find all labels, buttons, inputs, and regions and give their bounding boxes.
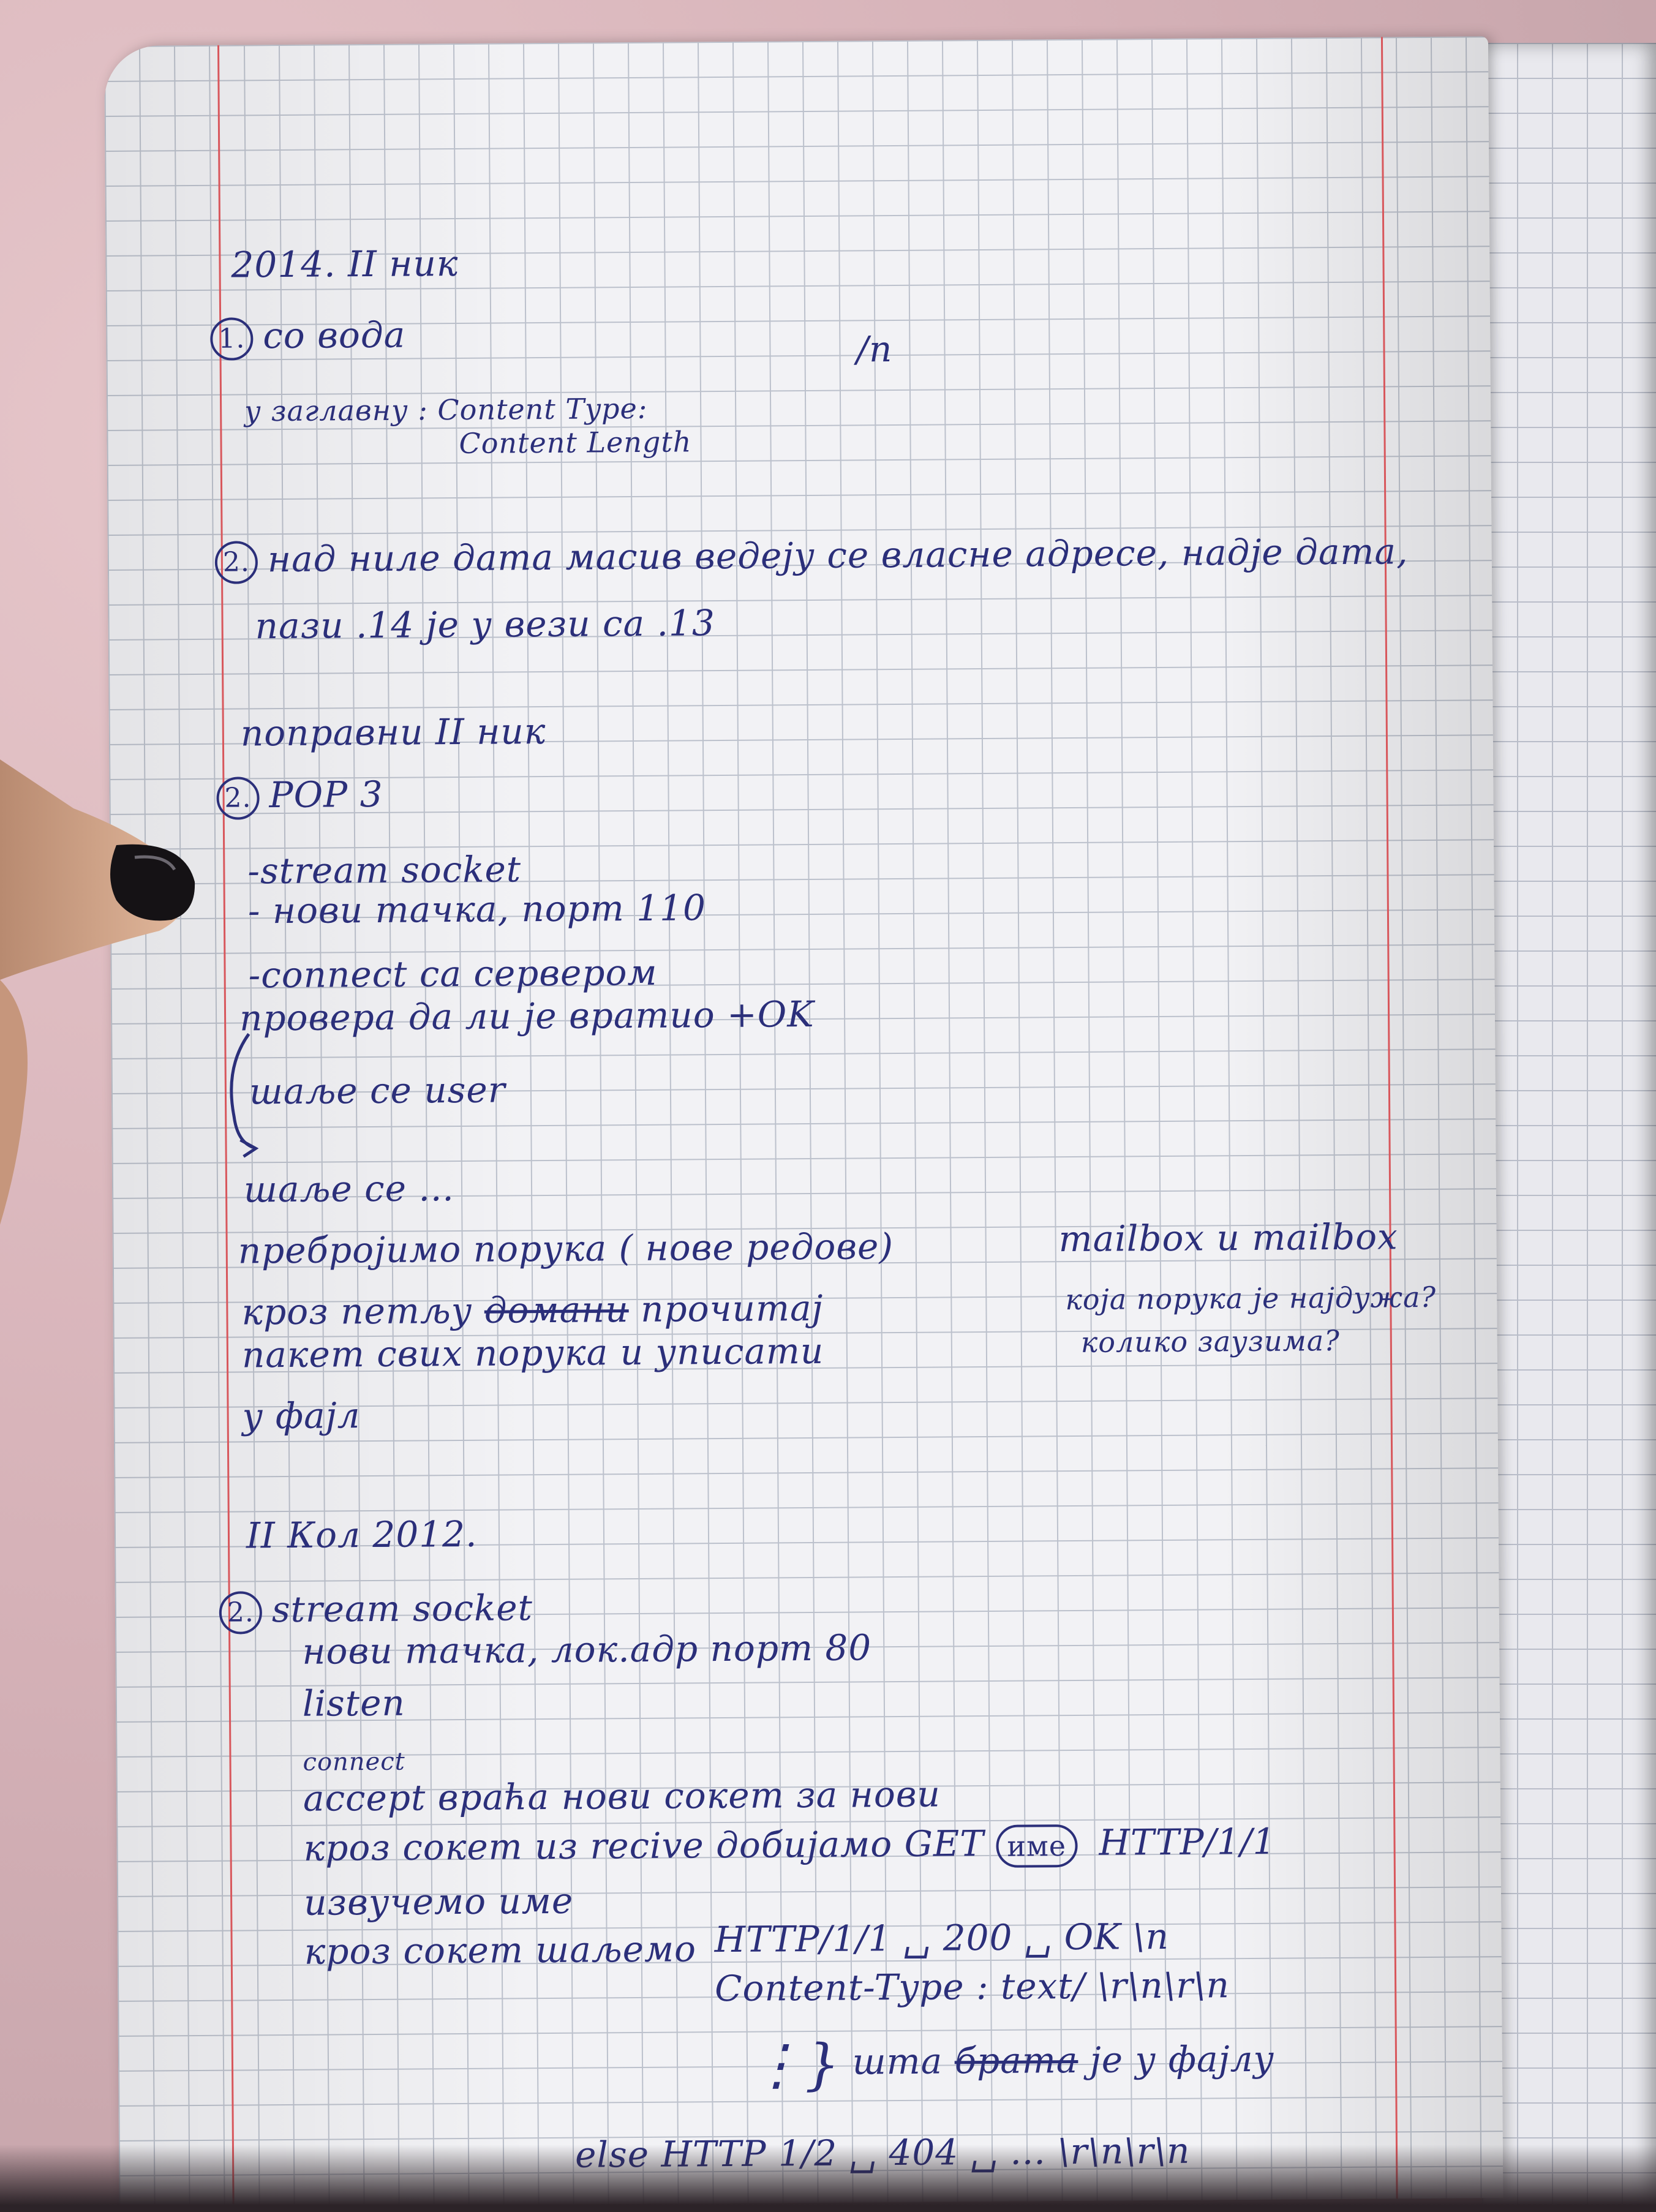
note-line: HTTP/1/1 ␣ 200 ␣ OK \n xyxy=(714,1915,1170,1961)
note-line: пакет свих порука и уписати xyxy=(241,1330,824,1376)
note-line: пази .14 је у вези са .13 xyxy=(255,602,715,647)
note-line: провера да ли је вратио +OK xyxy=(239,993,815,1039)
question-number: 2. xyxy=(214,541,258,584)
question-number: 2. xyxy=(216,777,260,820)
note-line: нови тачка, лок.адр порт 80 xyxy=(302,1627,872,1672)
note-line: -stream socket xyxy=(247,848,522,892)
note-line: у фајл xyxy=(242,1394,361,1437)
note-line: шаље се ... xyxy=(243,1167,454,1211)
note-line: /n xyxy=(856,328,893,371)
note-line: 2. над ниле дата масив ведеју се власне а… xyxy=(214,530,1409,584)
note-line: 2014. II ник xyxy=(231,242,459,286)
note-line: кроз сокет из recive добијамо GET име HT… xyxy=(303,1820,1276,1869)
circled-word: име xyxy=(996,1824,1078,1868)
note-line: шаље се user xyxy=(249,1069,506,1113)
note-line: која порука је најдужа? xyxy=(1065,1280,1437,1317)
note-line: mailbox и mailbox xyxy=(1058,1216,1398,1260)
note-line: -connect са сервером xyxy=(248,951,658,996)
question-number: 2. xyxy=(219,1591,263,1635)
note-line: у заглавну : Content Type: xyxy=(244,391,648,428)
note-line: кроз сокет шаљемо xyxy=(304,1928,697,1973)
note-line: II Кол 2012. xyxy=(246,1513,478,1557)
note-line: Content Length xyxy=(459,425,692,460)
note-line: извучемо име xyxy=(303,1879,574,1924)
note-line: поправни II ник xyxy=(240,710,546,754)
note-line: 1. со вода xyxy=(210,314,405,361)
note-line: accept враћа нови сокет за нови xyxy=(303,1773,941,1819)
bracket-arrow-icon xyxy=(230,1033,259,1158)
note-line: колико заузима? xyxy=(1080,1323,1341,1359)
hand-with-painted-nail xyxy=(0,759,195,1225)
note-line: кроз петљу домани прочитај xyxy=(241,1287,824,1333)
note-line: - нови тачка, порт 110 xyxy=(247,887,707,932)
notebook-left-page: 2014. II ник 1. со вода у заглавну : Cont… xyxy=(104,36,1504,2208)
note-line: 2. POP 3 xyxy=(216,773,383,820)
note-line: 2. stream socket xyxy=(219,1587,533,1635)
note-line: listen xyxy=(302,1682,405,1725)
note-line: Content-Type : text/ \r\n\r\n xyxy=(714,1964,1230,2010)
note-line: ⋮} шта брата је у фајлу xyxy=(748,2032,1275,2097)
question-number: 1. xyxy=(210,317,254,361)
notebook-right-page xyxy=(1482,43,1656,2205)
note-line: connect xyxy=(303,1747,405,1777)
note-line: пребројимо порука ( нове редове) xyxy=(238,1225,894,1272)
